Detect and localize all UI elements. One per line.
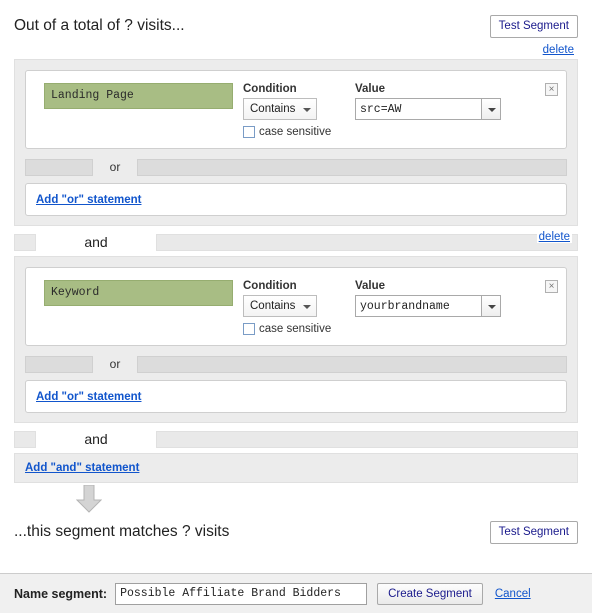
arrow-container	[14, 483, 578, 515]
condition-select-value-1: Contains	[250, 103, 296, 115]
test-segment-button-top[interactable]: Test Segment	[489, 14, 578, 38]
condition-select-value-2: Contains	[250, 300, 296, 312]
chevron-down-icon	[488, 108, 496, 112]
condition-select-2[interactable]: Contains	[243, 295, 317, 317]
value-dropdown-button-1[interactable]	[481, 98, 501, 120]
dimension-column-2: Keyword	[36, 280, 233, 306]
add-or-statement-link-2[interactable]: Add "or" statement	[36, 391, 141, 403]
condition-label-2: Condition	[243, 280, 297, 292]
value-dropdown-button-2[interactable]	[481, 295, 501, 317]
value-label-2: Value	[355, 280, 386, 292]
case-sensitive-label-1: case sensitive	[259, 126, 332, 138]
case-sensitive-row-2[interactable]: case sensitive	[243, 323, 345, 335]
case-sensitive-label-2: case sensitive	[259, 323, 332, 335]
segment-builder-page: Out of a total of ? visits... Test Segme…	[0, 0, 592, 613]
value-field-wrap-1	[355, 98, 501, 120]
value-column-1: Value	[355, 83, 501, 120]
or-bar-right-1	[137, 158, 567, 176]
or-label-1: or	[109, 160, 121, 174]
name-segment-input[interactable]	[115, 582, 368, 605]
or-divider-2: or	[25, 354, 567, 374]
page-header: Out of a total of ? visits... Test Segme…	[14, 0, 578, 40]
condition-select-1[interactable]: Contains	[243, 98, 317, 120]
chevron-down-icon	[303, 108, 311, 112]
segment-match-text: ...this segment matches ? visits	[14, 523, 230, 540]
and-divider-1: and delete	[14, 228, 578, 256]
dimension-field-1[interactable]: Landing Page	[44, 83, 233, 109]
or-bar-left-2	[25, 355, 93, 373]
chevron-down-icon	[488, 305, 496, 309]
and-bar-right-1: delete	[156, 230, 578, 251]
name-segment-label: Name segment:	[14, 586, 108, 601]
and-divider-2: and	[14, 425, 578, 453]
value-input-2[interactable]	[355, 295, 481, 317]
case-sensitive-checkbox-2[interactable]	[243, 323, 255, 335]
and-label-2: and	[84, 431, 108, 447]
down-arrow-icon	[76, 485, 102, 513]
or-bar-left-1	[25, 158, 93, 176]
or-divider-1: or	[25, 157, 567, 177]
remove-condition-icon-2[interactable]: ×	[545, 280, 558, 293]
case-sensitive-row-1[interactable]: case sensitive	[243, 126, 345, 138]
value-column-2: Value	[355, 280, 501, 317]
add-and-statement-link[interactable]: Add "and" statement	[25, 462, 139, 474]
condition-label-1: Condition	[243, 83, 297, 95]
cancel-link[interactable]: Cancel	[495, 588, 531, 600]
condition-column-2: Condition Contains case sensitive	[243, 280, 345, 335]
case-sensitive-checkbox-1[interactable]	[243, 126, 255, 138]
test-segment-button-bottom[interactable]: Test Segment	[489, 520, 578, 544]
value-field-wrap-2	[355, 295, 501, 317]
page-title: Out of a total of ? visits...	[14, 17, 185, 34]
and-bar-left-2	[14, 430, 36, 448]
add-or-statement-box-2[interactable]: Add "or" statement	[25, 380, 567, 413]
condition-column-1: Condition Contains case sensitive	[243, 83, 345, 138]
and-label-1: and	[84, 234, 108, 250]
segment-result-row: ...this segment matches ? visits Test Se…	[14, 515, 578, 549]
add-or-statement-box-1[interactable]: Add "or" statement	[25, 183, 567, 216]
chevron-down-icon	[303, 305, 311, 309]
and-bar-left-1	[14, 233, 36, 251]
value-label-1: Value	[355, 83, 386, 95]
add-and-statement-box[interactable]: Add "and" statement	[14, 453, 578, 483]
delete-link-2[interactable]: delete	[536, 230, 572, 243]
dimension-field-2[interactable]: Keyword	[44, 280, 233, 306]
condition-row-1: Landing Page Condition Contains case sen…	[25, 70, 567, 149]
add-or-statement-link-1[interactable]: Add "or" statement	[36, 194, 141, 206]
and-bar-right-2	[156, 430, 578, 448]
condition-row-2: Keyword Condition Contains case sensitiv…	[25, 267, 567, 346]
condition-block-1: Landing Page Condition Contains case sen…	[14, 59, 578, 226]
or-bar-right-2	[137, 355, 567, 373]
delete-row-1: delete	[14, 40, 578, 59]
name-segment-bar: Name segment: Create Segment Cancel	[0, 573, 592, 613]
remove-condition-icon-1[interactable]: ×	[545, 83, 558, 96]
create-segment-button[interactable]: Create Segment	[377, 582, 483, 605]
condition-block-2: Keyword Condition Contains case sensitiv…	[14, 256, 578, 423]
or-label-2: or	[109, 357, 121, 371]
dimension-column-1: Landing Page	[36, 83, 233, 109]
value-input-1[interactable]	[355, 98, 481, 120]
delete-link-1[interactable]: delete	[543, 44, 574, 56]
